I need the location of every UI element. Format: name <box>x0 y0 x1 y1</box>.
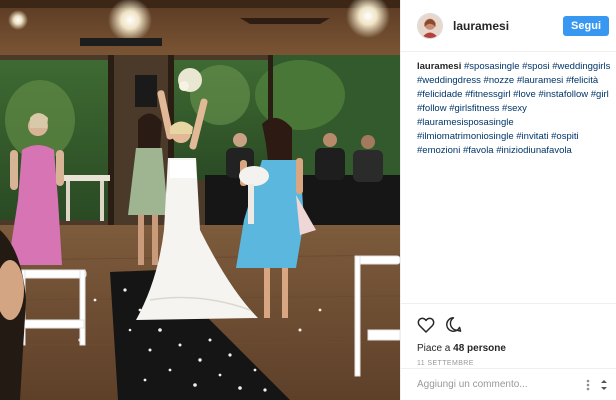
hashtag-link[interactable]: #girl <box>591 89 609 100</box>
post-actions: Piace a 48 persone 11 SETTEMBRE <box>401 303 616 367</box>
hashtag-link[interactable]: #weddinggirls <box>552 61 610 72</box>
avatar-image <box>418 13 442 38</box>
hashtag-link[interactable]: #lauramesi <box>517 75 563 86</box>
hashtag-link[interactable]: #nozze <box>484 75 515 86</box>
caption-username[interactable]: lauramesi <box>417 61 461 72</box>
hashtag-link[interactable]: #invitati <box>516 131 548 142</box>
post-header: lauramesi Segui <box>401 0 616 52</box>
hashtag-link[interactable]: #favola <box>463 145 494 156</box>
hashtag-link[interactable]: #sposi <box>522 61 549 72</box>
instagram-post: lauramesi Segui lauramesi #sposasingle #… <box>0 0 616 400</box>
hashtag-link[interactable]: #lauramesisposasingle <box>417 117 514 128</box>
hashtag-link[interactable]: #girlsfitness <box>449 103 499 114</box>
hashtag-link[interactable]: #iniziodiunafavola <box>496 145 572 156</box>
follow-button[interactable]: Segui <box>563 15 609 36</box>
hashtag-link[interactable]: #love <box>513 89 536 100</box>
comment-bubble-icon[interactable] <box>445 316 462 333</box>
hashtag-link[interactable]: #fitnessgirl <box>465 89 510 100</box>
avatar[interactable] <box>417 12 443 39</box>
hashtag-link[interactable]: #sposasingle <box>464 61 519 72</box>
hashtag-link[interactable]: #follow <box>417 103 447 114</box>
hashtag-link[interactable]: #felicità <box>566 75 598 86</box>
hashtag-link[interactable]: #weddingdress <box>417 75 481 86</box>
likes-prefix: Piace a <box>417 343 454 354</box>
hashtag-link[interactable]: #felicidade <box>417 89 462 100</box>
post-caption: lauramesi #sposasingle #sposi #weddinggi… <box>417 60 611 158</box>
scroll-arrows-icon[interactable] <box>597 376 611 394</box>
post-date: 11 SETTEMBRE <box>417 360 474 367</box>
post-photo[interactable] <box>0 0 400 400</box>
comment-input[interactable] <box>417 379 579 390</box>
heart-icon[interactable] <box>417 316 435 333</box>
hashtag-link[interactable]: #sexy <box>502 103 527 114</box>
action-icons <box>417 314 601 334</box>
likes-count[interactable]: Piace a 48 persone <box>417 343 601 354</box>
post-side-panel: lauramesi Segui lauramesi #sposasingle #… <box>400 0 616 400</box>
comment-bar <box>401 368 616 400</box>
hashtag-link[interactable]: #ilmiomatrimoniosingle <box>417 131 514 142</box>
more-options-icon[interactable] <box>579 376 597 394</box>
hashtag-link[interactable]: #ospiti <box>551 131 578 142</box>
username[interactable]: lauramesi <box>453 19 563 33</box>
wedding-photo-illustration <box>0 0 400 400</box>
hashtag-list: #sposasingle #sposi #weddinggirls #weddi… <box>417 61 610 156</box>
hashtag-link[interactable]: #instafollow <box>538 89 588 100</box>
hashtag-link[interactable]: #emozioni <box>417 145 460 156</box>
likes-number: 48 persone <box>453 343 506 354</box>
